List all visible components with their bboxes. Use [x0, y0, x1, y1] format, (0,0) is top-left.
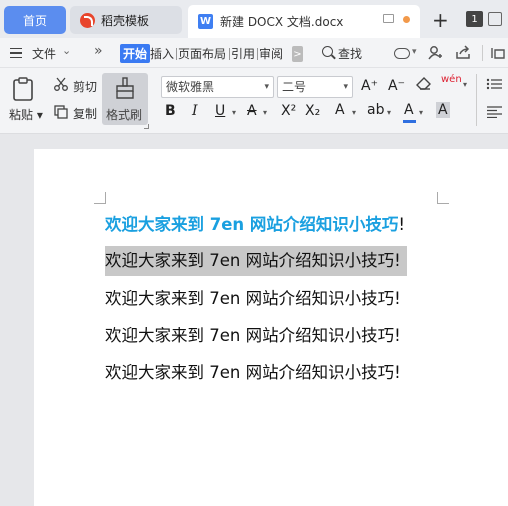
underline-button[interactable]: U [215, 103, 225, 119]
font-size-value: 二号 [282, 80, 307, 94]
word-doc-icon: W [198, 14, 213, 29]
document-line[interactable]: 欢迎大家来到 7en 网站介绍知识小技巧! [105, 321, 401, 351]
menu-search[interactable]: 查找 [338, 45, 362, 62]
collapse-ribbon-icon[interactable] [490, 46, 506, 60]
document-page[interactable]: 欢迎大家来到 7en 网站介绍知识小技巧! 欢迎大家来到 7en 网站介绍知识小… [34, 149, 508, 506]
document-line-title-end: ! [398, 215, 406, 234]
document-line-title-text: 欢迎大家来到 7en 网站介绍知识小技巧 [105, 215, 399, 234]
margin-corner-marker [437, 192, 449, 204]
tab-daoke-label: 稻壳模板 [101, 13, 150, 28]
font-color-button[interactable]: A [404, 102, 414, 118]
chevron-down-icon: ▾ [264, 82, 269, 92]
tab-home-label: 首页 [22, 13, 47, 28]
add-user-icon[interactable] [428, 45, 442, 60]
menu-tab-page-layout[interactable]: 页面布局 [178, 45, 226, 62]
menu-file[interactable]: 文件 [32, 45, 56, 62]
eraser-icon[interactable] [416, 77, 431, 91]
bold-button[interactable]: B [165, 103, 176, 119]
menu-divider [257, 48, 258, 60]
unsaved-dot-icon [403, 16, 410, 23]
copy-icon[interactable] [54, 105, 68, 119]
tab-bar: 首页 稻壳模板 W 新建 DOCX 文档.docx + 1 [0, 0, 508, 38]
grow-font-button[interactable]: A⁺ [361, 78, 378, 94]
format-painter-icon [116, 77, 134, 99]
bullet-list-icon[interactable] [486, 78, 502, 90]
pinyin-guide-button[interactable]: wén [441, 74, 462, 85]
copy-button[interactable]: 复制 [73, 105, 97, 122]
share-icon[interactable] [455, 45, 471, 60]
chevron-down-icon[interactable]: ▾ [387, 108, 391, 117]
strikethrough-button[interactable]: A [247, 103, 257, 119]
character-shading-button[interactable]: A [436, 102, 450, 118]
clipboard-group-launcher-icon[interactable] [144, 124, 149, 129]
font-name-select[interactable]: 微软雅黑 ▾ [161, 76, 274, 98]
text-effect-button[interactable]: A [335, 102, 345, 118]
document-line-selected[interactable]: 欢迎大家来到 7en 网站介绍知识小技巧! [105, 246, 407, 276]
menu-scroll-right-button[interactable]: > [292, 46, 303, 62]
hamburger-icon[interactable] [10, 48, 22, 58]
font-size-select[interactable]: 二号 ▾ [277, 76, 353, 98]
daoke-logo-icon [80, 12, 95, 28]
double-chevron-icon[interactable]: » [94, 43, 103, 59]
chevron-down-icon[interactable]: ▾ [263, 108, 267, 117]
tab-document[interactable]: W 新建 DOCX 文档.docx [188, 5, 420, 38]
menu-divider [229, 48, 230, 60]
cut-button[interactable]: 剪切 [73, 78, 97, 95]
font-name-value: 微软雅黑 [166, 80, 215, 94]
paste-icon[interactable] [12, 77, 34, 101]
ribbon-toolbar: 粘贴 ▾ 剪切 复制 格式刷 微软雅黑 ▾ 二号 ▾ A⁺ A⁻ wén ▾ B… [0, 68, 508, 134]
cloud-icon[interactable] [394, 48, 410, 59]
tab-daoke-templates[interactable]: 稻壳模板 [70, 6, 182, 34]
monitor-icon[interactable] [383, 14, 394, 23]
chevron-down-icon[interactable]: ▾ [412, 47, 417, 57]
tab-home[interactable]: 首页 [4, 6, 66, 34]
window-layout-icon[interactable] [488, 12, 502, 26]
chevron-down-icon[interactable]: ▾ [352, 108, 356, 117]
document-line[interactable]: 欢迎大家来到 7en 网站介绍知识小技巧! [105, 284, 401, 314]
chevron-down-icon[interactable]: ▾ [419, 108, 423, 117]
menu-divider [176, 48, 177, 60]
document-line-title[interactable]: 欢迎大家来到 7en 网站介绍知识小技巧! [105, 210, 405, 240]
menu-tab-review[interactable]: 审阅 [259, 45, 283, 62]
shrink-font-button[interactable]: A⁻ [388, 78, 405, 94]
highlight-button[interactable]: ab [367, 102, 384, 118]
paste-label: 粘贴 [9, 108, 34, 122]
italic-button[interactable]: I [192, 103, 198, 119]
tab-count-badge[interactable]: 1 [466, 11, 483, 27]
menu-divider [482, 45, 483, 61]
subscript-button[interactable]: X₂ [305, 103, 320, 119]
chevron-down-icon: ▾ [343, 82, 348, 92]
superscript-button[interactable]: X² [281, 103, 296, 119]
font-color-swatch [403, 120, 416, 123]
format-painter-label: 格式刷 [106, 108, 143, 122]
chevron-down-icon[interactable]: ⌄ [62, 44, 71, 57]
chevron-down-icon[interactable]: ▾ [232, 108, 236, 117]
ribbon-divider [476, 74, 477, 126]
paste-button[interactable]: 粘贴 ▾ [9, 106, 43, 123]
document-line[interactable]: 欢迎大家来到 7en 网站介绍知识小技巧! [105, 358, 401, 388]
menu-tab-reference[interactable]: 引用 [231, 45, 255, 62]
scissors-icon[interactable] [54, 77, 68, 91]
document-canvas[interactable]: 欢迎大家来到 7en 网站介绍知识小技巧! 欢迎大家来到 7en 网站介绍知识小… [0, 135, 508, 506]
margin-corner-marker [94, 192, 106, 204]
menu-tab-insert[interactable]: 插入 [150, 45, 174, 62]
search-icon[interactable] [322, 46, 333, 57]
align-left-icon[interactable] [486, 106, 502, 118]
chevron-down-icon[interactable]: ▾ [463, 80, 467, 89]
menu-tab-start[interactable]: 开始 [120, 44, 151, 63]
tab-document-label: 新建 DOCX 文档.docx [220, 15, 344, 29]
new-tab-button[interactable]: + [432, 8, 449, 32]
menu-bar: 文件 ⌄ » 开始 插入 页面布局 引用 审阅 > 查找 ▾ [0, 38, 508, 68]
